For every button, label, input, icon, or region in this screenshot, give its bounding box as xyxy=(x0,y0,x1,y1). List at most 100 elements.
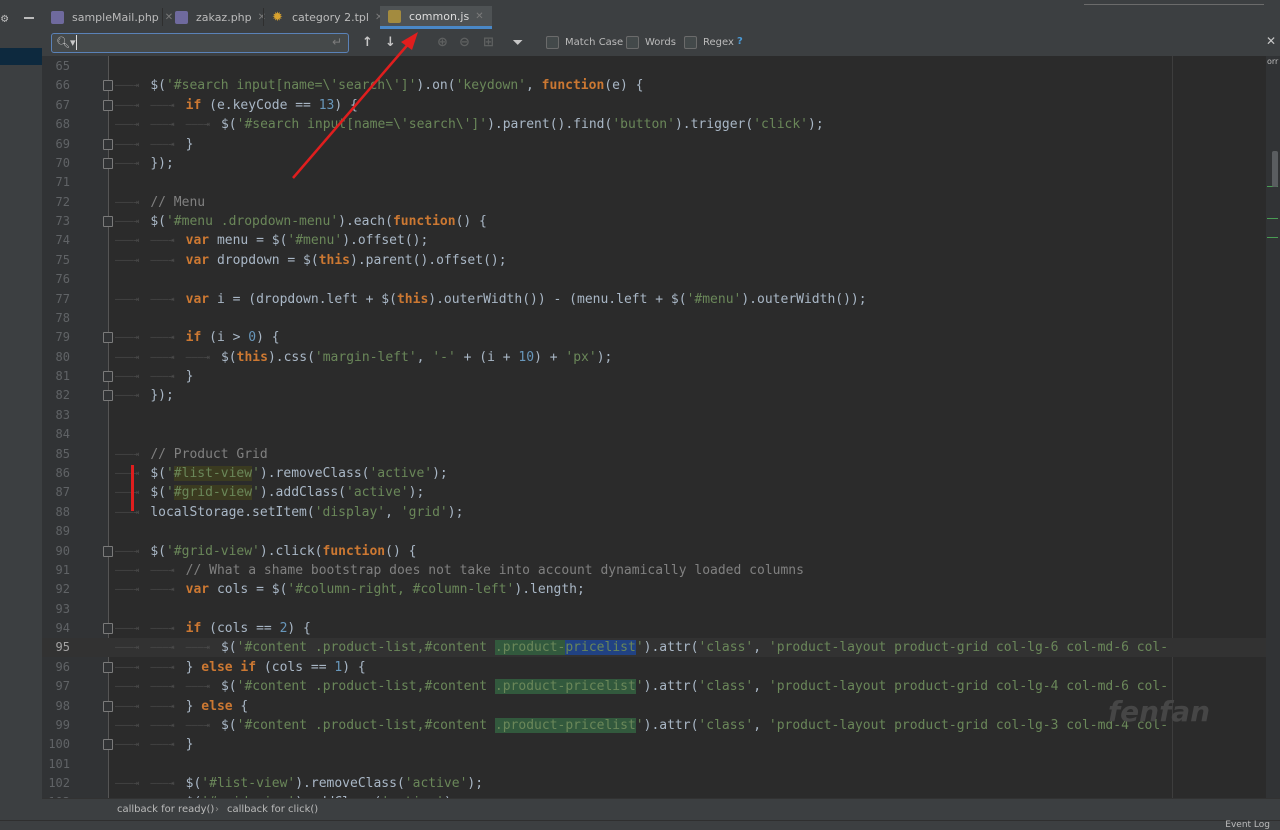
checkbox-box[interactable] xyxy=(684,36,697,49)
code-line[interactable]: 76 xyxy=(42,270,1280,289)
code-line[interactable]: 91 ———⇥ ———⇥ // What a shame bootstrap does… xyxy=(42,561,1280,580)
code-token: // What a shame bootstrap does not take … xyxy=(185,562,804,578)
search-icon[interactable]: 🔍︎▾ xyxy=(56,36,76,49)
line-number: 78 xyxy=(55,310,70,325)
code-line[interactable]: 66 ———⇥ $('#search input[name=\'search\']'… xyxy=(42,76,1280,95)
checkbox-box[interactable] xyxy=(626,36,639,49)
previous-occurrence-button[interactable]: ↑ xyxy=(362,35,373,50)
search-input[interactable] xyxy=(76,35,329,50)
code-line[interactable]: 86 ———⇥ $('#list-view').removeClass('activ… xyxy=(42,464,1280,483)
next-occurrence-button[interactable]: ↓ xyxy=(385,35,396,50)
code-line[interactable]: 73 ———⇥ $('#menu .dropdown-menu').each(fun… xyxy=(42,212,1280,231)
tab-samplemail[interactable]: sampleMail.php ✕ xyxy=(51,6,173,29)
code-line[interactable]: 85 ———⇥ // Product Grid xyxy=(42,445,1280,464)
code-line[interactable]: 99 ———⇥ ———⇥ ———⇥ $('#content .product-list,… xyxy=(42,716,1280,735)
code-line[interactable]: 95 ———⇥ ———⇥ ———⇥ $('#content .product-list,… xyxy=(42,638,1280,658)
code-token: '#menu .dropdown-menu' xyxy=(165,214,339,230)
fold-icon[interactable] xyxy=(103,623,113,635)
code-line[interactable]: 97 ———⇥ ———⇥ ———⇥ $('#content .product-list,… xyxy=(42,677,1280,696)
minimize-icon[interactable] xyxy=(24,17,34,19)
code-line[interactable]: 81 ———⇥ ———⇥} xyxy=(42,367,1280,386)
fold-icon[interactable] xyxy=(103,371,113,383)
project-selected-row[interactable] xyxy=(0,48,42,65)
fold-icon[interactable] xyxy=(103,157,113,169)
gear-icon[interactable]: ⚙ xyxy=(1,11,8,25)
fold-icon[interactable] xyxy=(103,138,113,150)
breadcrumb-item[interactable]: callback for click() xyxy=(227,804,318,815)
code-line[interactable]: 68 ———⇥ ———⇥ ———⇥ $('#search input[name=\'se… xyxy=(42,115,1280,134)
fold-icon[interactable] xyxy=(103,99,113,111)
code-line[interactable]: 94 ———⇥ ———⇥ if (cols == 2) { xyxy=(42,619,1280,638)
code-line[interactable]: 71 xyxy=(42,173,1280,192)
match-case-checkbox[interactable]: Match Case xyxy=(546,36,623,49)
code-line[interactable]: 90 ———⇥ $('#grid-view').click(function() { xyxy=(42,542,1280,561)
line-number: 91 xyxy=(55,562,70,577)
code-line[interactable]: 87 ———⇥ $('#grid-view').addClass('active')… xyxy=(42,483,1280,502)
breadcrumb-item[interactable]: callback for ready() xyxy=(117,804,214,815)
code-line[interactable]: 89 xyxy=(42,522,1280,541)
fold-icon[interactable] xyxy=(103,390,113,402)
regex-checkbox[interactable]: Regex xyxy=(684,36,734,49)
code-line[interactable]: 96 ———⇥ ———⇥} else if (cols == 1) { xyxy=(42,658,1280,677)
code-line[interactable]: 69 ———⇥ ———⇥} xyxy=(42,135,1280,154)
filter-icon[interactable]: ⏷ xyxy=(513,35,523,50)
fold-icon[interactable] xyxy=(103,80,113,92)
tab-marker: ———⇥ xyxy=(150,584,175,596)
regex-help-icon[interactable]: ? xyxy=(737,36,743,47)
tab-category-tpl[interactable]: ✹ category 2.tpl ✕ xyxy=(271,6,383,29)
code-line[interactable]: 93 xyxy=(42,600,1280,619)
code-line[interactable]: 79 ———⇥ ———⇥ if (i > 0) { xyxy=(42,328,1280,347)
code-line[interactable]: 102 ———⇥ ———⇥ $('#list-view').removeClass('… xyxy=(42,774,1280,793)
code-line[interactable]: 84 xyxy=(42,425,1280,444)
code-line[interactable]: 65 xyxy=(42,57,1280,76)
fold-icon[interactable] xyxy=(103,700,113,712)
fold-icon[interactable] xyxy=(103,661,113,673)
code-line[interactable]: 82 ———⇥}); xyxy=(42,386,1280,405)
code-line[interactable]: 101 xyxy=(42,755,1280,774)
code-line[interactable]: 98 ———⇥ ———⇥} else { xyxy=(42,697,1280,716)
change-marker[interactable] xyxy=(1267,218,1278,219)
code-line[interactable]: 67 ———⇥ ———⇥ if (e.keyCode == 13) { xyxy=(42,96,1280,115)
code-line[interactable]: 74 ———⇥ ———⇥ var menu = $('#menu').offset()… xyxy=(42,231,1280,250)
close-icon[interactable]: ✕ xyxy=(258,12,266,23)
unselect-occurrence-icon[interactable]: ⊖ xyxy=(459,35,470,50)
code-token: ' xyxy=(165,465,174,481)
code-token: $( xyxy=(220,679,237,695)
fold-icon[interactable] xyxy=(103,545,113,557)
code-line[interactable]: 83 xyxy=(42,406,1280,425)
code-line[interactable]: 78 xyxy=(42,309,1280,328)
find-all-button[interactable]: ▪ xyxy=(405,35,412,48)
scrollbar-thumb[interactable] xyxy=(1272,151,1278,187)
add-selection-icon[interactable]: ⊕ xyxy=(437,35,448,50)
close-icon[interactable]: ✕ xyxy=(165,12,173,23)
code-editor[interactable]: 65 66 ———⇥ $('#search input[name=\'search\'… xyxy=(42,56,1280,798)
checkbox-box[interactable] xyxy=(546,36,559,49)
fold-icon[interactable] xyxy=(103,332,113,344)
error-stripe[interactable]: orr xyxy=(1266,56,1280,798)
code-text: ———⇥ ———⇥ ———⇥ $('#content .product-list,#c… xyxy=(115,716,1168,735)
close-icon[interactable]: ✕ xyxy=(1266,34,1276,48)
code-line[interactable]: 72 ———⇥ // Menu xyxy=(42,193,1280,212)
select-all-occurrences-icon[interactable]: ⊞ xyxy=(483,35,494,50)
tab-zakaz[interactable]: zakaz.php ✕ xyxy=(175,6,266,29)
code-token: ); xyxy=(808,117,824,133)
tab-marker: ———⇥ xyxy=(115,80,140,92)
change-marker[interactable] xyxy=(1267,237,1278,238)
close-icon[interactable]: ✕ xyxy=(475,11,483,22)
code-line[interactable]: 77 ———⇥ ———⇥ var i = (dropdown.left + $(thi… xyxy=(42,290,1280,309)
code-line[interactable]: 88 ———⇥ localStorage.setItem('display', 'g… xyxy=(42,503,1280,522)
fold-icon[interactable] xyxy=(103,216,113,228)
code-text: ———⇥ ———⇥ var cols = $('#column-right, #co… xyxy=(115,580,585,599)
code-line[interactable]: 100 ———⇥ ———⇥} xyxy=(42,735,1280,754)
code-line[interactable]: 70 ———⇥}); xyxy=(42,154,1280,173)
fold-icon[interactable] xyxy=(103,739,113,751)
code-line[interactable]: 80 ———⇥ ———⇥ ———⇥ $(this).css('margin-left',… xyxy=(42,348,1280,367)
tab-common-js[interactable]: common.js ✕ xyxy=(380,6,492,29)
words-checkbox[interactable]: Words xyxy=(626,36,676,49)
code-token: ' xyxy=(635,679,644,695)
code-token: } xyxy=(185,737,194,753)
code-line[interactable]: 75 ———⇥ ———⇥ var dropdown = $(this).parent(… xyxy=(42,251,1280,270)
tab-marker: ———⇥ xyxy=(115,390,140,402)
code-line[interactable]: 92 ———⇥ ———⇥ var cols = $('#column-right, #… xyxy=(42,580,1280,599)
line-number: 84 xyxy=(55,427,70,442)
